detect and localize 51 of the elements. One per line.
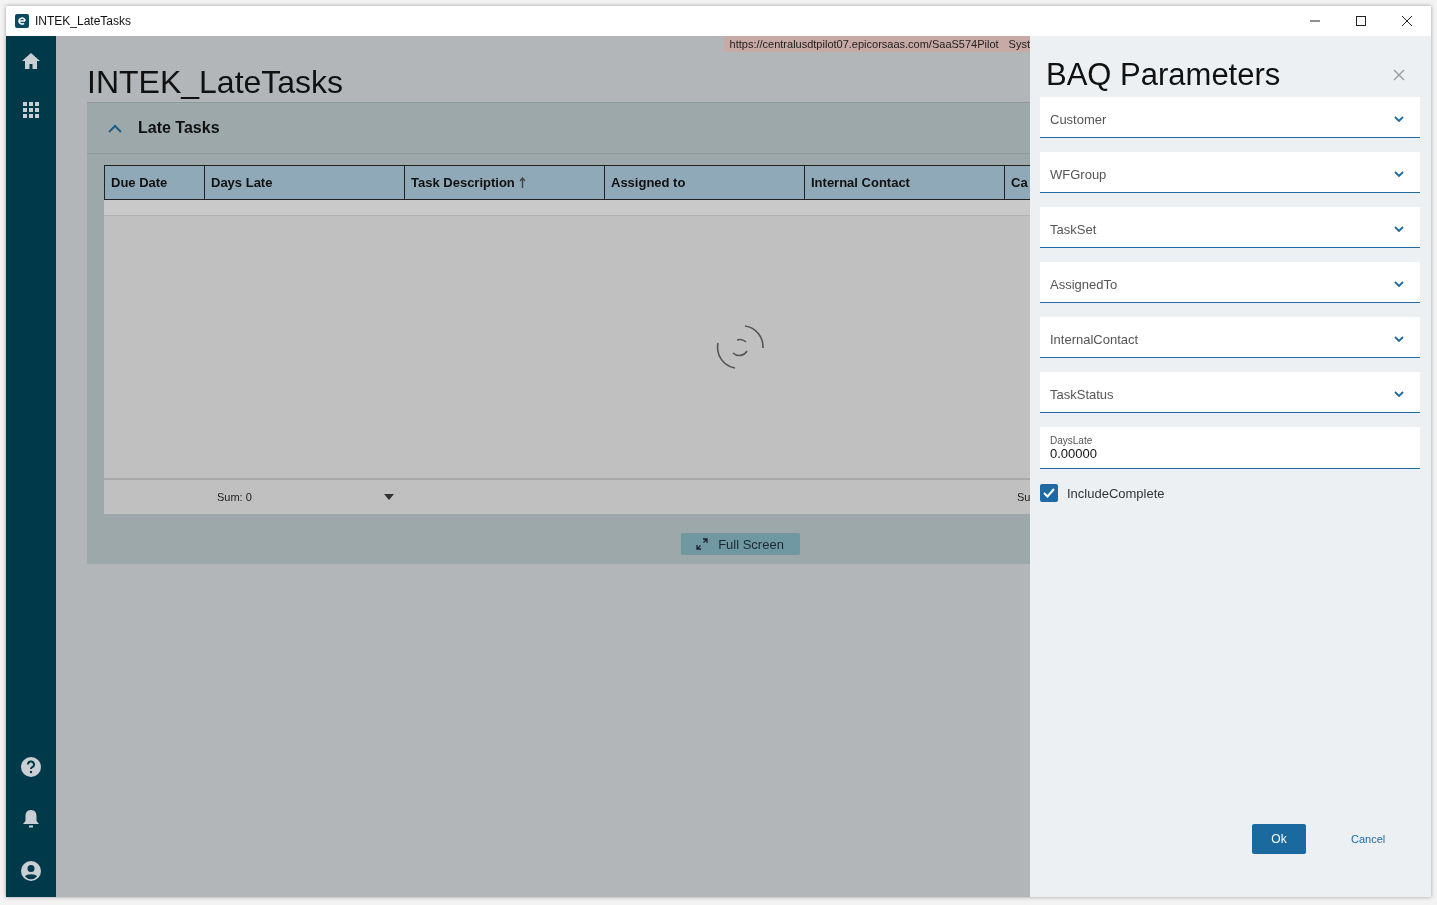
dropdown-field[interactable]: Customer — [1040, 97, 1420, 138]
chevron-down-icon — [1394, 335, 1404, 343]
chevron-down-icon — [1394, 115, 1404, 123]
field-label: TaskStatus — [1050, 386, 1114, 402]
ok-button[interactable]: Ok — [1252, 824, 1306, 854]
column-header[interactable]: Task Description — [404, 166, 604, 199]
field-label: DaysLate — [1050, 434, 1094, 446]
column-header[interactable]: Internal Contact — [804, 166, 1004, 199]
checkbox-label: IncludeComplete — [1067, 485, 1165, 501]
dropdown-field[interactable]: WFGroup — [1040, 152, 1420, 193]
column-header[interactable]: Days Late — [204, 166, 404, 199]
maximize-icon[interactable] — [1355, 15, 1367, 27]
field-value: 0.00000 — [1050, 445, 1098, 461]
chevron-down-icon — [1394, 170, 1404, 178]
window-title: INTEK_LateTasks — [35, 14, 132, 28]
system-text: Syst — [1008, 38, 1030, 50]
field-label: AssignedTo — [1050, 276, 1118, 292]
chevron-down-icon — [1394, 390, 1404, 398]
chevron-up-icon[interactable] — [108, 123, 122, 133]
full-screen-button[interactable]: Full Screen — [680, 533, 800, 555]
dropdown-field[interactable]: TaskStatus — [1040, 372, 1420, 413]
bell-icon[interactable] — [22, 809, 40, 829]
field-label: WFGroup — [1050, 166, 1107, 182]
chevron-down-icon — [1394, 225, 1404, 233]
number-field[interactable]: DaysLate 0.00000 — [1040, 427, 1420, 469]
sum-text: Su — [1017, 491, 1030, 503]
expand-icon — [696, 538, 709, 550]
home-icon[interactable] — [21, 52, 41, 70]
apps-grid-icon[interactable] — [23, 102, 39, 118]
dropdown-field[interactable]: AssignedTo — [1040, 262, 1420, 303]
column-header[interactable]: Assigned to — [604, 166, 804, 199]
panel-title: BAQ Parameters — [1046, 56, 1281, 93]
close-icon[interactable] — [1401, 15, 1413, 27]
user-avatar-icon[interactable] — [21, 861, 41, 881]
card-title: Late Tasks — [138, 119, 220, 137]
cancel-button[interactable]: Cancel — [1351, 833, 1386, 845]
field-label: Customer — [1050, 111, 1107, 127]
sort-arrow-icon — [518, 177, 526, 188]
checkbox[interactable] — [1040, 484, 1058, 502]
sum-text: Sum: 0 — [217, 491, 252, 503]
column-header[interactable]: Due Date — [104, 166, 204, 199]
app-logo-icon — [15, 14, 29, 28]
dropdown-field[interactable]: TaskSet — [1040, 207, 1420, 248]
field-label: TaskSet — [1050, 221, 1097, 237]
page-title: INTEK_LateTasks — [87, 63, 345, 102]
dropdown-field[interactable]: InternalContact — [1040, 317, 1420, 358]
url-text: https://centralusdtpilot07.epicorsaas.com/SaaS574Pilot — [729, 38, 999, 50]
field-label: InternalContact — [1050, 331, 1139, 347]
chevron-down-icon — [1394, 280, 1404, 288]
caret-down-icon[interactable] — [383, 494, 394, 500]
help-icon[interactable] — [21, 757, 41, 777]
